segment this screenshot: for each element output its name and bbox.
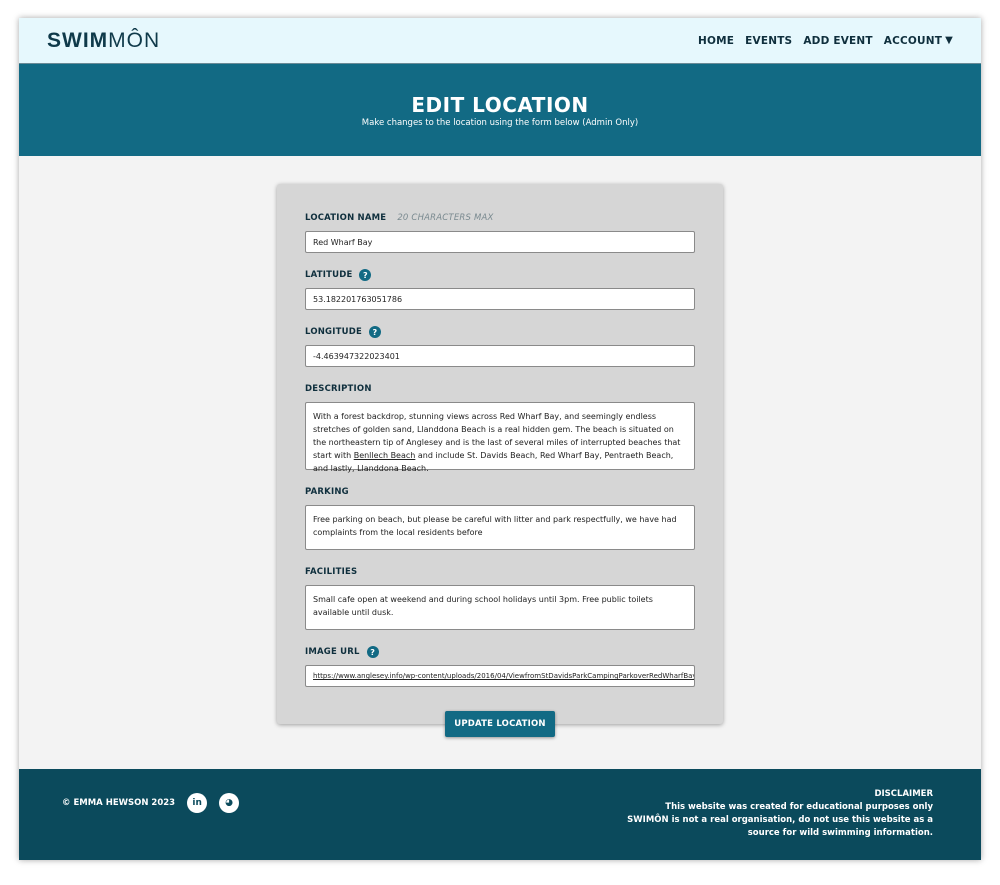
image-url-group: IMAGE URL ? https://www.anglesey.info/wp… xyxy=(305,646,695,687)
main-content: LOCATION NAME 20 CHARACTERS MAX Red Whar… xyxy=(19,156,981,768)
parking-label-text: PARKING xyxy=(305,487,349,497)
logo-light: MÔN xyxy=(108,28,161,52)
nav-account-label: ACCOUNT xyxy=(883,34,943,47)
logo-bold: SWIM xyxy=(47,28,109,52)
latitude-label-text: LATITUDE xyxy=(305,270,353,280)
location-name-hint: 20 CHARACTERS MAX xyxy=(397,213,494,223)
longitude-label-text: LONGITUDE xyxy=(305,327,362,337)
nav-account-dropdown[interactable]: ACCOUNT ▼ xyxy=(884,35,953,47)
disclaimer: DISCLAIMER This website was created for … xyxy=(627,788,933,840)
browser-frame: SWIMMÔN HOME EVENTS ADD EVENT ACCOUNT ▼ … xyxy=(19,18,981,860)
page-subtitle: Make changes to the location using the f… xyxy=(361,118,639,128)
location-name-group: LOCATION NAME 20 CHARACTERS MAX Red Whar… xyxy=(305,212,695,253)
image-url-help-icon[interactable]: ? xyxy=(366,646,379,658)
parking-textarea[interactable]: Free parking on beach, but please be car… xyxy=(305,505,695,550)
description-textarea[interactable]: With a forest backdrop, stunning views a… xyxy=(305,402,695,473)
disclaimer-line: source for wild swimming information. xyxy=(747,828,933,838)
nav-events-link[interactable]: EVENTS xyxy=(745,35,792,47)
edit-location-form: LOCATION NAME 20 CHARACTERS MAX Red Whar… xyxy=(277,184,723,737)
navbar: SWIMMÔN HOME EVENTS ADD EVENT ACCOUNT ▼ xyxy=(19,18,981,64)
longitude-group: LONGITUDE ? -4.463947322023401 xyxy=(305,326,695,367)
description-link[interactable]: Benllech Beach xyxy=(354,451,416,460)
description-label: DESCRIPTION xyxy=(305,383,695,395)
linkedin-icon[interactable]: in xyxy=(187,793,208,813)
caret-down-icon: ▼ xyxy=(945,35,953,46)
github-icon[interactable]: ◕ xyxy=(219,793,240,813)
image-url-input[interactable]: https://www.anglesey.info/wp-content/upl… xyxy=(305,665,695,687)
location-name-input[interactable]: Red Wharf Bay xyxy=(305,231,695,253)
parking-label: PARKING xyxy=(305,486,695,498)
disclaimer-line: SWIMÔN is not a real organisation, do no… xyxy=(627,815,933,825)
facilities-label: FACILITIES xyxy=(305,566,695,578)
latitude-group: LATITUDE ? 53.182201763051786 xyxy=(305,269,695,310)
latitude-help-icon[interactable]: ? xyxy=(359,269,372,281)
page-title: EDIT LOCATION xyxy=(411,93,589,117)
description-group: DESCRIPTION With a forest backdrop, stun… xyxy=(305,383,695,473)
description-label-text: DESCRIPTION xyxy=(305,384,372,394)
copyright-text: © EMMA HEWSON 2023 xyxy=(62,798,176,808)
main-menu: HOME EVENTS ADD EVENT ACCOUNT ▼ xyxy=(698,35,953,47)
longitude-label: LONGITUDE ? xyxy=(305,326,695,338)
longitude-help-icon[interactable]: ? xyxy=(368,326,381,338)
site-logo[interactable]: SWIMMÔN xyxy=(47,29,160,53)
nav-home-link[interactable]: HOME xyxy=(698,35,734,47)
location-name-label: LOCATION NAME 20 CHARACTERS MAX xyxy=(305,212,695,224)
footer-copyright-block: © EMMA HEWSON 2023 in ◕ xyxy=(62,793,240,813)
parking-group: PARKING Free parking on beach, but pleas… xyxy=(305,486,695,550)
page-hero: EDIT LOCATION Make changes to the locati… xyxy=(19,64,981,156)
update-location-button[interactable]: UPDATE LOCATION xyxy=(445,711,555,737)
latitude-input[interactable]: 53.182201763051786 xyxy=(305,288,695,310)
location-name-label-text: LOCATION NAME xyxy=(305,213,387,223)
image-url-label: IMAGE URL ? xyxy=(305,646,695,658)
facilities-label-text: FACILITIES xyxy=(305,567,358,577)
disclaimer-line: This website was created for educational… xyxy=(665,802,933,812)
facilities-textarea[interactable]: Small cafe open at weekend and during sc… xyxy=(305,585,695,630)
image-url-label-text: IMAGE URL xyxy=(305,647,360,657)
longitude-input[interactable]: -4.463947322023401 xyxy=(305,345,695,367)
disclaimer-title: DISCLAIMER xyxy=(874,789,933,799)
facilities-group: FACILITIES Small cafe open at weekend an… xyxy=(305,566,695,630)
site-footer: © EMMA HEWSON 2023 in ◕ DISCLAIMER This … xyxy=(19,769,981,860)
nav-add-event-link[interactable]: ADD EVENT xyxy=(803,35,872,47)
latitude-label: LATITUDE ? xyxy=(305,269,695,281)
